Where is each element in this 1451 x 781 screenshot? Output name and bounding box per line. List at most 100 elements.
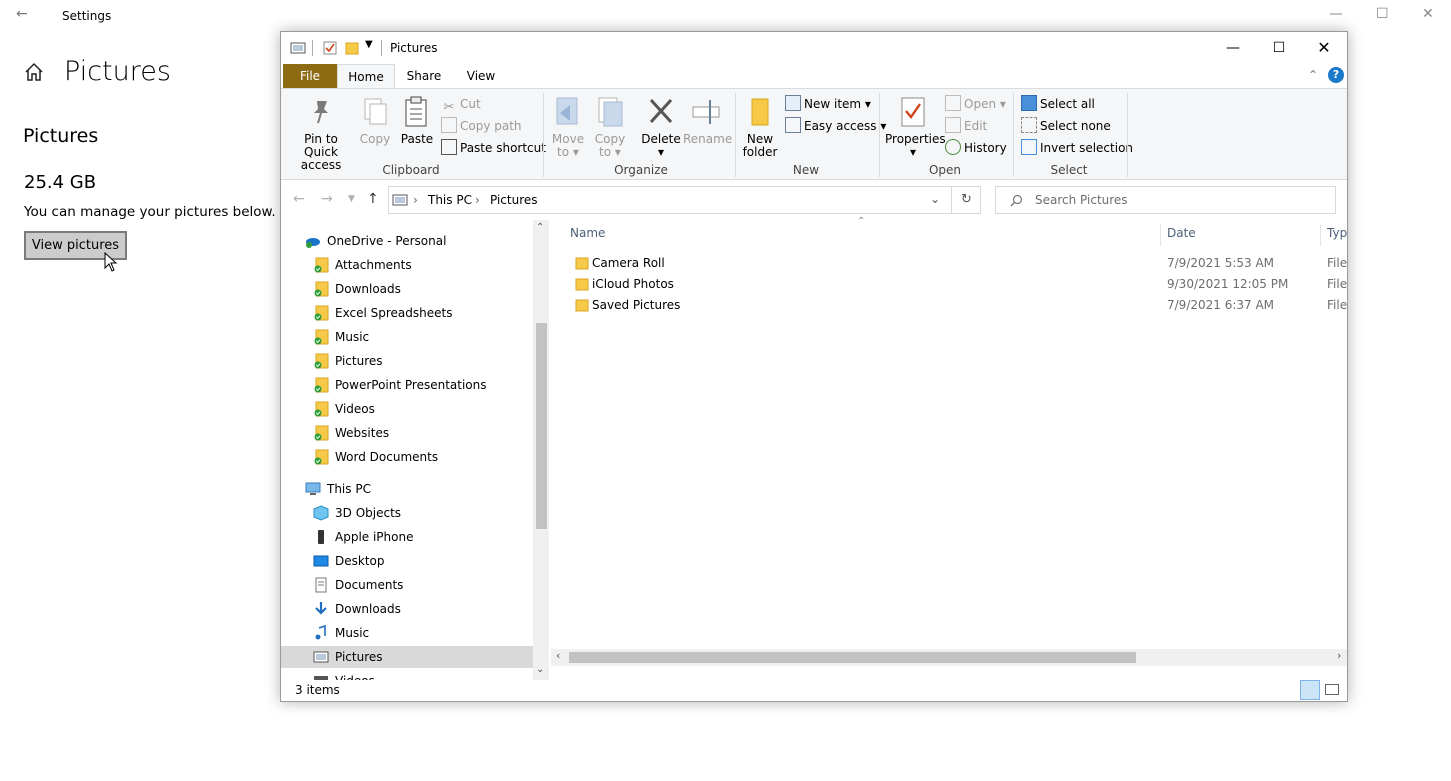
description-text: You can manage your pictures below. [24, 204, 276, 220]
breadcrumb-pictures[interactable]: Pictures [490, 193, 538, 207]
title-bar[interactable]: ▼ Pictures — ☐ ✕ [281, 32, 1347, 64]
easy-access-button[interactable]: Easy access ▾ [785, 116, 886, 136]
paste-button[interactable]: Paste [397, 95, 437, 146]
history-button[interactable]: History [945, 138, 1007, 158]
details-view-icon[interactable] [1300, 680, 1320, 700]
nav-item-onedrive-powerpoint-presentations[interactable]: PowerPoint Presentations [313, 374, 533, 396]
paste-shortcut-label: Paste shortcut [460, 141, 546, 155]
nav-item-this-pc[interactable]: This PC [305, 478, 533, 500]
properties-qat-icon[interactable] [323, 41, 337, 55]
nav-item-pc-documents[interactable]: Documents [313, 574, 533, 596]
nav-item-onedrive[interactable]: OneDrive - Personal [305, 230, 533, 252]
nav-item-onedrive-attachments[interactable]: Attachments [313, 254, 533, 276]
open-button[interactable]: Open ▾ [945, 94, 1006, 114]
qat-dropdown-icon[interactable]: ▼ [365, 39, 373, 50]
back-arrow-icon[interactable]: ← [293, 191, 305, 207]
maximize-icon[interactable]: ☐ [1256, 36, 1302, 60]
nav-item-onedrive-word-documents[interactable]: Word Documents [313, 446, 533, 468]
copy-button[interactable]: Copy [357, 95, 393, 146]
new-item-button[interactable]: New item ▾ [785, 94, 871, 114]
nav-item-pc-apple-iphone[interactable]: Apple iPhone [313, 526, 533, 548]
scroll-left-icon[interactable]: ‹ [556, 649, 560, 662]
move-to-button[interactable]: Move to ▾ [549, 95, 587, 159]
scroll-up-icon[interactable]: ⌃ [536, 222, 544, 233]
tab-file[interactable]: File [283, 64, 337, 88]
copy-path-button[interactable]: Copy path [441, 116, 522, 136]
help-icon[interactable]: ? [1328, 67, 1344, 83]
refresh-icon[interactable]: ↻ [961, 192, 972, 207]
nav-label: Apple iPhone [335, 530, 414, 544]
nav-item-onedrive-downloads[interactable]: Downloads [313, 278, 533, 300]
close-icon[interactable]: ✕ [1422, 6, 1434, 22]
rename-button[interactable]: Rename [683, 95, 732, 146]
tab-view[interactable]: View [453, 64, 509, 88]
copy-path-icon [441, 117, 457, 133]
scroll-right-icon[interactable]: › [1337, 649, 1341, 662]
nav-item-pc-music[interactable]: Music [313, 622, 533, 644]
downloads-icon [315, 602, 327, 615]
cut-button[interactable]: ✂ Cut [441, 94, 481, 115]
nav-item-onedrive-pictures[interactable]: Pictures [313, 350, 533, 372]
select-group-label: Select [1050, 163, 1088, 177]
large-icons-view-icon[interactable] [1325, 684, 1339, 695]
home-icon[interactable] [24, 62, 44, 82]
column-header-name[interactable]: Name [570, 226, 605, 240]
nav-item-pc-pictures[interactable]: Pictures [281, 646, 533, 668]
search-input[interactable]: Search Pictures [1035, 193, 1128, 207]
column-separator[interactable] [1320, 224, 1321, 246]
invert-selection-button[interactable]: Invert selection [1021, 138, 1133, 158]
minimize-icon[interactable]: — [1329, 6, 1343, 22]
column-separator[interactable] [1160, 224, 1161, 246]
nav-item-onedrive-music[interactable]: Music [313, 326, 533, 348]
back-arrow-icon[interactable]: ← [16, 6, 28, 22]
new-folder-button[interactable]: New folder [741, 95, 779, 159]
desktop-icon [313, 555, 329, 567]
phone-icon [318, 530, 324, 544]
scroll-down-icon[interactable]: ⌄ [536, 664, 544, 675]
collapse-ribbon-icon[interactable]: ⌃ [1308, 68, 1318, 82]
nav-item-onedrive-websites[interactable]: Websites [313, 422, 533, 444]
close-icon[interactable]: ✕ [1301, 36, 1347, 60]
nav-label: OneDrive - Personal [327, 234, 447, 248]
tab-share[interactable]: Share [399, 64, 449, 88]
nav-scrollbar[interactable]: ⌃ ⌄ [533, 220, 549, 680]
minimize-icon[interactable]: — [1210, 36, 1256, 60]
file-row[interactable]: Camera Roll 7/9/2021 5:53 AM File [571, 253, 1347, 274]
nav-item-onedrive-videos[interactable]: Videos [313, 398, 533, 420]
window-title: Pictures [390, 41, 438, 55]
chevron-down-icon[interactable]: ⌄ [930, 192, 940, 206]
properties-button[interactable]: Properties ▾ [885, 95, 946, 159]
search-box[interactable]: Search Pictures [995, 186, 1336, 214]
recent-locations-icon[interactable]: ▼ [348, 194, 355, 204]
maximize-icon[interactable]: ☐ [1376, 6, 1389, 22]
history-icon [945, 139, 961, 155]
nav-scroll-thumb[interactable] [536, 323, 547, 529]
address-bar[interactable]: › This PC › Pictures ⌄ ↻ [388, 186, 981, 214]
nav-item-pc-3d-objects[interactable]: 3D Objects [313, 502, 533, 524]
nav-item-pc-downloads[interactable]: Downloads [313, 598, 533, 620]
pin-to-quick-access-button[interactable]: Pin to Quick access [287, 95, 355, 172]
breadcrumb-this-pc[interactable]: This PC [428, 193, 472, 207]
select-none-button[interactable]: Select none [1021, 116, 1111, 136]
horizontal-scroll-thumb[interactable] [569, 652, 1136, 663]
nav-item-pc-videos[interactable]: Videos [313, 670, 533, 680]
delete-button[interactable]: Delete ▾ [639, 95, 683, 159]
horizontal-scrollbar[interactable]: ‹ › [551, 649, 1347, 666]
select-all-button[interactable]: Select all [1021, 94, 1095, 114]
up-arrow-icon[interactable]: ↑ [367, 191, 379, 207]
edit-button[interactable]: Edit [945, 116, 987, 136]
nav-item-pc-desktop[interactable]: Desktop [313, 550, 533, 572]
paste-shortcut-button[interactable]: Paste shortcut [441, 138, 546, 158]
nav-item-onedrive-excel-spreadsheets[interactable]: Excel Spreadsheets [313, 302, 533, 324]
3d-objects-icon [313, 505, 329, 521]
forward-arrow-icon[interactable]: → [321, 191, 333, 207]
copy-to-button[interactable]: Copy to ▾ [591, 95, 629, 159]
tab-home[interactable]: Home [337, 64, 395, 88]
new-folder-qat-icon[interactable] [345, 41, 359, 55]
file-row[interactable]: iCloud Photos 9/30/2021 12:05 PM File [571, 274, 1347, 295]
nav-label: 3D Objects [335, 506, 402, 520]
column-header-type[interactable]: Type [1327, 226, 1347, 240]
file-row[interactable]: Saved Pictures 7/9/2021 6:37 AM File [571, 295, 1347, 316]
column-header-date[interactable]: Date [1167, 226, 1196, 240]
ribbon-separator [1127, 93, 1128, 177]
